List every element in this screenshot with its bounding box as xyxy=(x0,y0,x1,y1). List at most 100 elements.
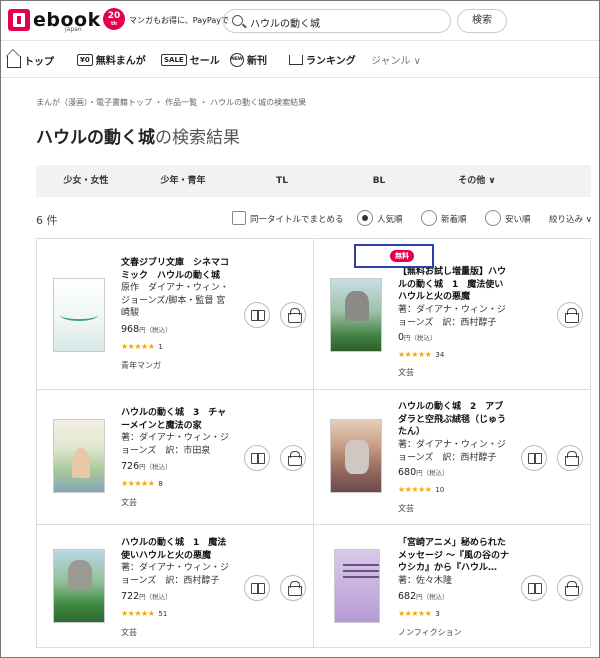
tab-other[interactable]: その他 ∨ xyxy=(424,165,530,197)
free-icon: ¥0 xyxy=(77,53,93,66)
book-cover[interactable] xyxy=(53,419,105,493)
nav-item-top[interactable]: トップ xyxy=(7,52,54,68)
search-button[interactable]: 検索 xyxy=(457,9,507,33)
book-author: 著：ダイアナ・ウィン・ジョーンズ 訳：西村醇子 xyxy=(121,563,229,586)
logo-icon xyxy=(8,9,30,31)
crown-icon xyxy=(289,54,303,65)
rating-count: 3 xyxy=(435,610,440,618)
book-author: 著：ダイアナ・ウィン・ジョーンズ 訳：市田泉 xyxy=(121,433,229,456)
tab-shojo[interactable]: 少女・女性 xyxy=(36,165,136,197)
sort-radio-popular[interactable] xyxy=(357,210,373,226)
book-title[interactable]: 「宮崎アニメ」秘められたメッセージ ～『風の谷のナウシカ』から『ハウル… xyxy=(398,537,510,575)
tab-tl[interactable]: TL xyxy=(230,165,334,197)
page-title-query: ハウルの動く城 xyxy=(36,128,155,148)
price-value: 968 xyxy=(121,324,140,335)
add-to-cart-button[interactable] xyxy=(280,445,306,471)
results-grid: 文春ジブリ文庫 シネマコミック ハウルの動く城 原作 ダイアナ・ウィン・ジョーン… xyxy=(36,238,591,648)
search-icon xyxy=(232,15,243,26)
tab-shonen[interactable]: 少年・青年 xyxy=(136,165,230,197)
rating: ★★★★★ 34 xyxy=(398,350,444,359)
book-genre: ノンフィクション xyxy=(398,628,462,637)
book-author: 著：ダイアナ・ウィン・ジョーンズ 訳：西村醇子 xyxy=(398,305,506,328)
nav-label: 新刊 xyxy=(247,56,267,67)
anniversary-suffix: th xyxy=(111,21,117,27)
book-title[interactable]: 文春ジブリ文庫 シネマコミック ハウルの動く城 xyxy=(121,257,231,282)
search-input[interactable]: ハウルの動く城 xyxy=(223,9,451,33)
book-title[interactable]: 【無料お試し増量版】ハウルの動く城 1 魔法使いハウルと火の悪魔 xyxy=(398,266,510,304)
nav-item-new[interactable]: NEW 新刊 xyxy=(230,52,267,67)
rating-stars: ★★★★★ xyxy=(398,485,432,494)
group-title-checkbox[interactable] xyxy=(232,211,246,225)
rating-stars: ★★★★★ xyxy=(121,342,155,351)
book-title[interactable]: ハウルの動く城 1 魔法使いハウルと火の悪魔 xyxy=(121,537,233,562)
read-sample-button[interactable] xyxy=(244,302,270,328)
rating: ★★★★★ 1 xyxy=(121,342,163,351)
add-to-cart-button[interactable] xyxy=(280,575,306,601)
add-to-cart-button[interactable] xyxy=(557,302,583,328)
book-title[interactable]: ハウルの動く城 2 アブダラと空飛ぶ絨毯（じゅうたん） xyxy=(398,401,510,439)
book-genre: 文芸 xyxy=(398,504,414,513)
nav-item-sale[interactable]: SALE セール xyxy=(161,52,220,67)
new-icon: NEW xyxy=(230,52,244,67)
add-to-cart-button[interactable] xyxy=(557,445,583,471)
book-author: 原作 ダイアナ・ウィン・ジョーンズ/脚本・監督 宮崎駿 xyxy=(121,283,229,318)
price-value: 682 xyxy=(398,591,417,602)
grid-divider xyxy=(37,524,590,525)
book-genre: 文芸 xyxy=(121,628,137,637)
nav-label: セール xyxy=(189,56,220,67)
sort-label-newest: 新着順 xyxy=(441,215,467,225)
price-tax: 円（税込） xyxy=(139,463,172,471)
grid-divider xyxy=(313,239,314,647)
site-header: ebook japan 20 th マンガもお得に、PayPayで ハウルの動く… xyxy=(1,1,599,41)
sort-label-cheapest: 安い順 xyxy=(505,215,531,225)
sale-icon: SALE xyxy=(161,53,187,66)
rating-stars: ★★★★★ xyxy=(121,479,155,488)
book-author: 著：ダイアナ・ウィン・ジョーンズ 訳：西村醇子 xyxy=(398,440,506,463)
breadcrumb[interactable]: まんが（漫画）・電子書籍トップ ・ 作品一覧 ・ ハウルの動く城の検索結果 xyxy=(36,97,306,108)
site-logo[interactable]: ebook xyxy=(8,9,101,31)
free-badge: 無料 xyxy=(390,250,414,262)
page-title-suffix: の検索結果 xyxy=(155,128,240,148)
group-title-label: 同一タイトルでまとめる xyxy=(250,215,344,225)
rating: ★★★★★ 3 xyxy=(398,609,440,618)
book-author: 著：佐々木隆 xyxy=(398,576,453,586)
sort-radio-newest[interactable] xyxy=(421,210,437,226)
book-genre: 青年マンガ xyxy=(121,361,161,370)
nav-label: ランキング xyxy=(306,56,356,67)
tagline: マンガもお得に、PayPayで xyxy=(129,16,229,25)
add-to-cart-button[interactable] xyxy=(280,302,306,328)
book-title[interactable]: ハウルの動く城 3 チャーメインと魔法の家 xyxy=(121,407,233,432)
rating-count: 1 xyxy=(158,343,163,351)
nav-label: ジャンル ∨ xyxy=(371,56,421,67)
price-tax: 円（税込） xyxy=(416,469,449,477)
read-sample-button[interactable] xyxy=(244,445,270,471)
nav-item-ranking[interactable]: ランキング xyxy=(289,52,356,67)
nav-item-genre[interactable]: ジャンル ∨ xyxy=(371,52,421,67)
book-cover[interactable] xyxy=(330,278,382,352)
result-count: 6 件 xyxy=(36,214,58,227)
rating-stars: ★★★★★ xyxy=(121,609,155,618)
rating-stars: ★★★★★ xyxy=(398,350,432,359)
book-genre: 文芸 xyxy=(121,498,137,507)
add-to-cart-button[interactable] xyxy=(557,575,583,601)
book-price: 682円（税込） xyxy=(398,591,449,602)
filter-button[interactable]: 絞り込み ∨ xyxy=(549,213,592,225)
tab-bl[interactable]: BL xyxy=(334,165,424,197)
read-sample-button[interactable] xyxy=(521,445,547,471)
book-cover[interactable] xyxy=(330,419,382,493)
book-cover[interactable] xyxy=(53,278,105,352)
book-cover[interactable] xyxy=(53,549,105,623)
rating: ★★★★★ 51 xyxy=(121,609,167,618)
book-cover[interactable] xyxy=(334,549,380,623)
nav-label: 無料まんが xyxy=(95,56,146,67)
read-sample-button[interactable] xyxy=(521,575,547,601)
category-tabs: 少女・女性 少年・青年 TL BL その他 ∨ xyxy=(36,165,591,197)
price-value: 726 xyxy=(121,461,140,472)
book-price: 726円（税込） xyxy=(121,461,172,472)
rating-count: 51 xyxy=(158,610,168,618)
nav-item-free[interactable]: ¥0 無料まんが xyxy=(77,52,146,67)
sort-radio-cheapest[interactable] xyxy=(485,210,501,226)
search-value: ハウルの動く城 xyxy=(250,19,320,30)
nav-label: トップ xyxy=(24,56,54,68)
read-sample-button[interactable] xyxy=(244,575,270,601)
